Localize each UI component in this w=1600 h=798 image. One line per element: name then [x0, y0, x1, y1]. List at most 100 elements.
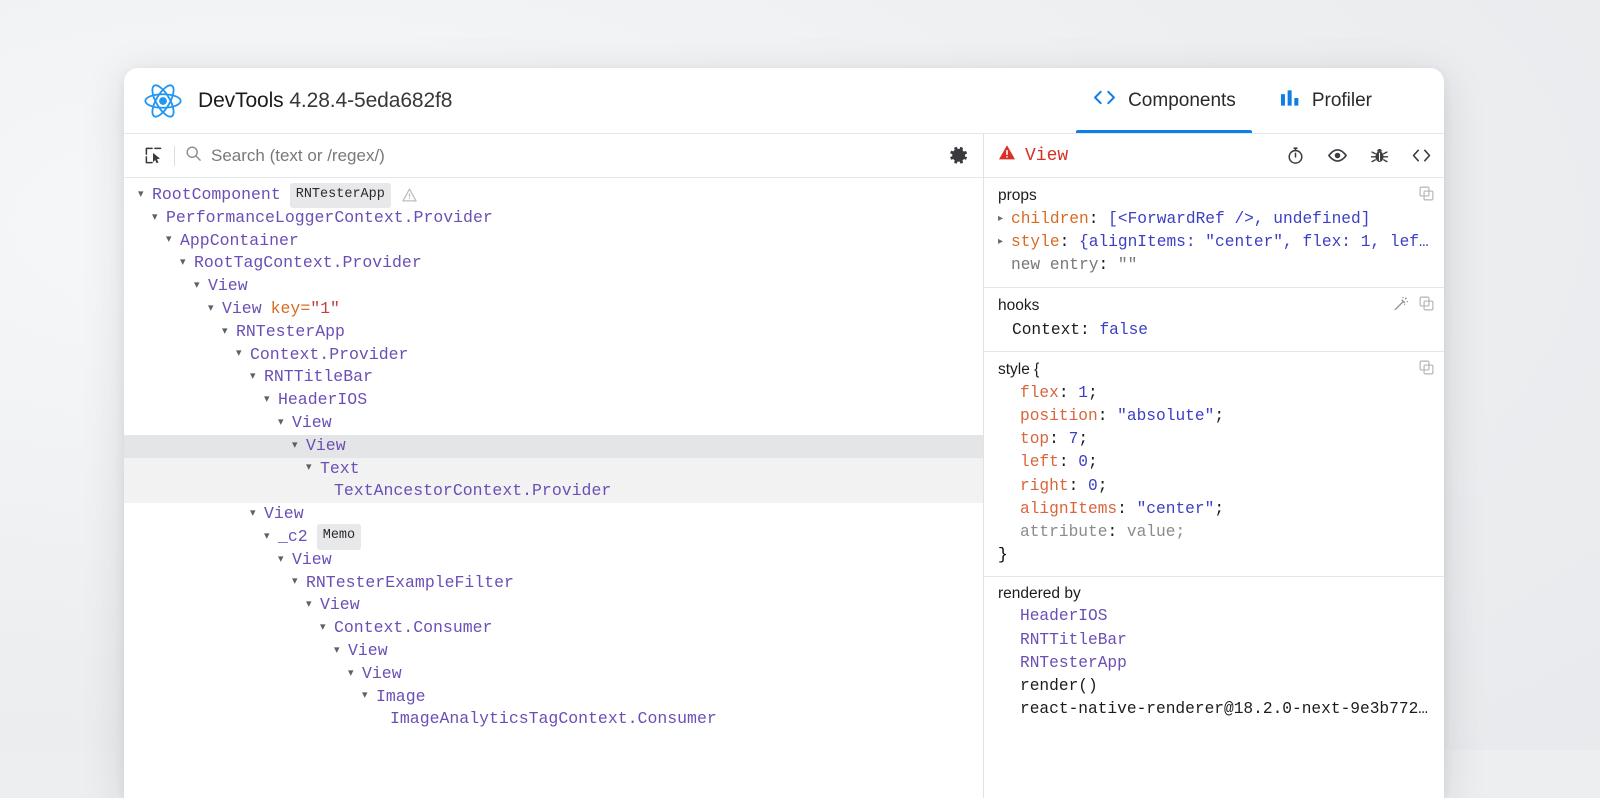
style-declaration[interactable]: alignItems: "center"; [984, 498, 1444, 521]
style-property-value[interactable]: "center" [1137, 498, 1215, 521]
tree-row[interactable]: ▾RNTesterExampleFilter [124, 572, 983, 595]
chevron-right-icon[interactable]: ▸ [998, 238, 1011, 248]
rendered-by-item[interactable]: RNTesterApp [984, 652, 1444, 675]
prop-value[interactable]: [<ForwardRef />, undefined] [1108, 208, 1370, 231]
tree-row[interactable]: ▾RootTagContext.Provider [124, 252, 983, 275]
tree-row[interactable]: ▾RootComponentRNTesterApp [124, 184, 983, 207]
copy-icon[interactable] [1419, 186, 1434, 206]
stopwatch-icon[interactable] [1280, 142, 1310, 170]
style-declaration-list[interactable]: flex: 1;position: "absolute";top: 7;left… [984, 382, 1444, 544]
tree-row[interactable]: ▾Viewkey="1" [124, 298, 983, 321]
tree-row[interactable]: ▾AppContainer [124, 230, 983, 253]
hook-value[interactable]: false [1099, 319, 1148, 342]
magic-wand-icon[interactable] [1393, 296, 1409, 317]
chevron-down-icon[interactable]: ▾ [138, 190, 152, 201]
chevron-down-icon[interactable]: ▾ [152, 213, 166, 224]
tree-row[interactable]: ▾RNTesterApp [124, 321, 983, 344]
tree-row[interactable]: ▾Text [124, 458, 983, 481]
search-input[interactable] [211, 146, 943, 166]
chevron-down-icon[interactable]: ▾ [166, 235, 180, 246]
chevron-down-icon[interactable]: ▾ [264, 395, 278, 406]
chevron-right-icon[interactable]: ▸ [998, 215, 1011, 225]
gear-icon[interactable] [943, 142, 973, 170]
select-element-icon[interactable] [138, 142, 168, 170]
tree-row[interactable]: ▾View [124, 412, 983, 435]
tree-row[interactable]: ▾View [124, 503, 983, 526]
style-property-value[interactable]: value [1127, 521, 1176, 544]
chevron-down-icon[interactable]: ▾ [278, 418, 292, 429]
style-property-name[interactable]: position [1020, 405, 1098, 428]
tree-row[interactable]: ▾View [124, 640, 983, 663]
chevron-down-icon[interactable]: ▾ [292, 441, 306, 452]
hooks-row[interactable]: Context: false [984, 319, 1444, 342]
tab-components[interactable]: Components [1070, 68, 1258, 133]
tree-row[interactable]: ▾Context.Consumer [124, 617, 983, 640]
chevron-down-icon[interactable]: ▾ [292, 577, 306, 588]
tree-row[interactable]: ▾View [124, 594, 983, 617]
tree-row[interactable]: ▾HeaderIOS [124, 389, 983, 412]
warning-triangle-icon[interactable] [402, 188, 417, 202]
style-semicolon: ; [1214, 498, 1224, 521]
style-declaration[interactable]: flex: 1; [984, 382, 1444, 405]
bug-icon[interactable] [1364, 142, 1394, 170]
prop-value[interactable]: {alignItems: "center", flex: 1, left: 0,… [1079, 231, 1436, 254]
style-declaration[interactable]: left: 0; [984, 451, 1444, 474]
chevron-down-icon[interactable]: ▾ [334, 646, 348, 657]
style-property-value[interactable]: 0 [1088, 475, 1098, 498]
chevron-down-icon[interactable]: ▾ [250, 509, 264, 520]
component-tree[interactable]: ▾RootComponentRNTesterApp▾PerformanceLog… [124, 178, 983, 798]
tree-row[interactable]: ▾Image [124, 686, 983, 709]
copy-icon[interactable] [1419, 360, 1434, 380]
chevron-down-icon[interactable]: ▾ [180, 258, 194, 269]
tree-row[interactable]: ▾View [124, 435, 983, 458]
chevron-down-icon[interactable]: ▾ [194, 281, 208, 292]
tab-profiler[interactable]: Profiler [1258, 68, 1394, 133]
style-declaration[interactable]: top: 7; [984, 428, 1444, 451]
tree-row[interactable]: ▾Context.Provider [124, 344, 983, 367]
style-property-name[interactable]: alignItems [1020, 498, 1117, 521]
chevron-down-icon[interactable]: ▾ [236, 349, 250, 360]
eye-icon[interactable] [1322, 142, 1352, 170]
tree-row[interactable]: ▾ImageAnalyticsTagContext.Consumer [124, 708, 983, 731]
style-property-name[interactable]: top [1020, 428, 1049, 451]
tree-row[interactable]: ▾TextAncestorContext.Provider [124, 480, 983, 503]
copy-icon[interactable] [1419, 296, 1434, 316]
chevron-down-icon[interactable]: ▾ [264, 532, 278, 543]
rendered-by-item[interactable]: react-native-renderer@18.2.0-next-9e3b77… [984, 698, 1444, 721]
props-row[interactable]: ▸new entry: "" [984, 254, 1444, 277]
style-property-value[interactable]: "absolute" [1117, 405, 1214, 428]
prop-value[interactable]: "" [1118, 254, 1137, 277]
tree-row[interactable]: ▾_c2Memo [124, 526, 983, 549]
style-declaration[interactable]: attribute: value; [984, 521, 1444, 544]
chevron-down-icon[interactable]: ▾ [306, 463, 320, 474]
style-property-name[interactable]: attribute [1020, 521, 1107, 544]
rendered-by-list[interactable]: HeaderIOSRNTTitleBarRNTesterApprender()r… [984, 605, 1444, 721]
rendered-by-item[interactable]: RNTTitleBar [984, 629, 1444, 652]
style-property-value[interactable]: 1 [1078, 382, 1088, 405]
style-property-name[interactable]: left [1020, 451, 1059, 474]
rendered-by-item[interactable]: render() [984, 675, 1444, 698]
style-declaration[interactable]: right: 0; [984, 475, 1444, 498]
style-property-name[interactable]: right [1020, 475, 1069, 498]
props-row[interactable]: ▸children: [<ForwardRef />, undefined] [984, 208, 1444, 231]
chevron-down-icon[interactable]: ▾ [278, 555, 292, 566]
style-property-name[interactable]: flex [1020, 382, 1059, 405]
chevron-down-icon[interactable]: ▾ [320, 623, 334, 634]
props-row[interactable]: ▸style: {alignItems: "center", flex: 1, … [984, 231, 1444, 254]
chevron-down-icon[interactable]: ▾ [208, 304, 222, 315]
chevron-down-icon[interactable]: ▾ [362, 691, 376, 702]
style-property-value[interactable]: 7 [1069, 428, 1079, 451]
tree-row[interactable]: ▾View [124, 275, 983, 298]
tree-row[interactable]: ▾PerformanceLoggerContext.Provider [124, 207, 983, 230]
rendered-by-item[interactable]: HeaderIOS [984, 605, 1444, 628]
tree-row[interactable]: ▾View [124, 663, 983, 686]
chevron-down-icon[interactable]: ▾ [306, 600, 320, 611]
tree-row[interactable]: ▾View [124, 549, 983, 572]
style-property-value[interactable]: 0 [1078, 451, 1088, 474]
chevron-down-icon[interactable]: ▾ [222, 327, 236, 338]
style-declaration[interactable]: position: "absolute"; [984, 405, 1444, 428]
chevron-down-icon[interactable]: ▾ [348, 669, 362, 680]
view-source-code-icon[interactable] [1406, 142, 1436, 170]
tree-row[interactable]: ▾RNTTitleBar [124, 366, 983, 389]
chevron-down-icon[interactable]: ▾ [250, 372, 264, 383]
